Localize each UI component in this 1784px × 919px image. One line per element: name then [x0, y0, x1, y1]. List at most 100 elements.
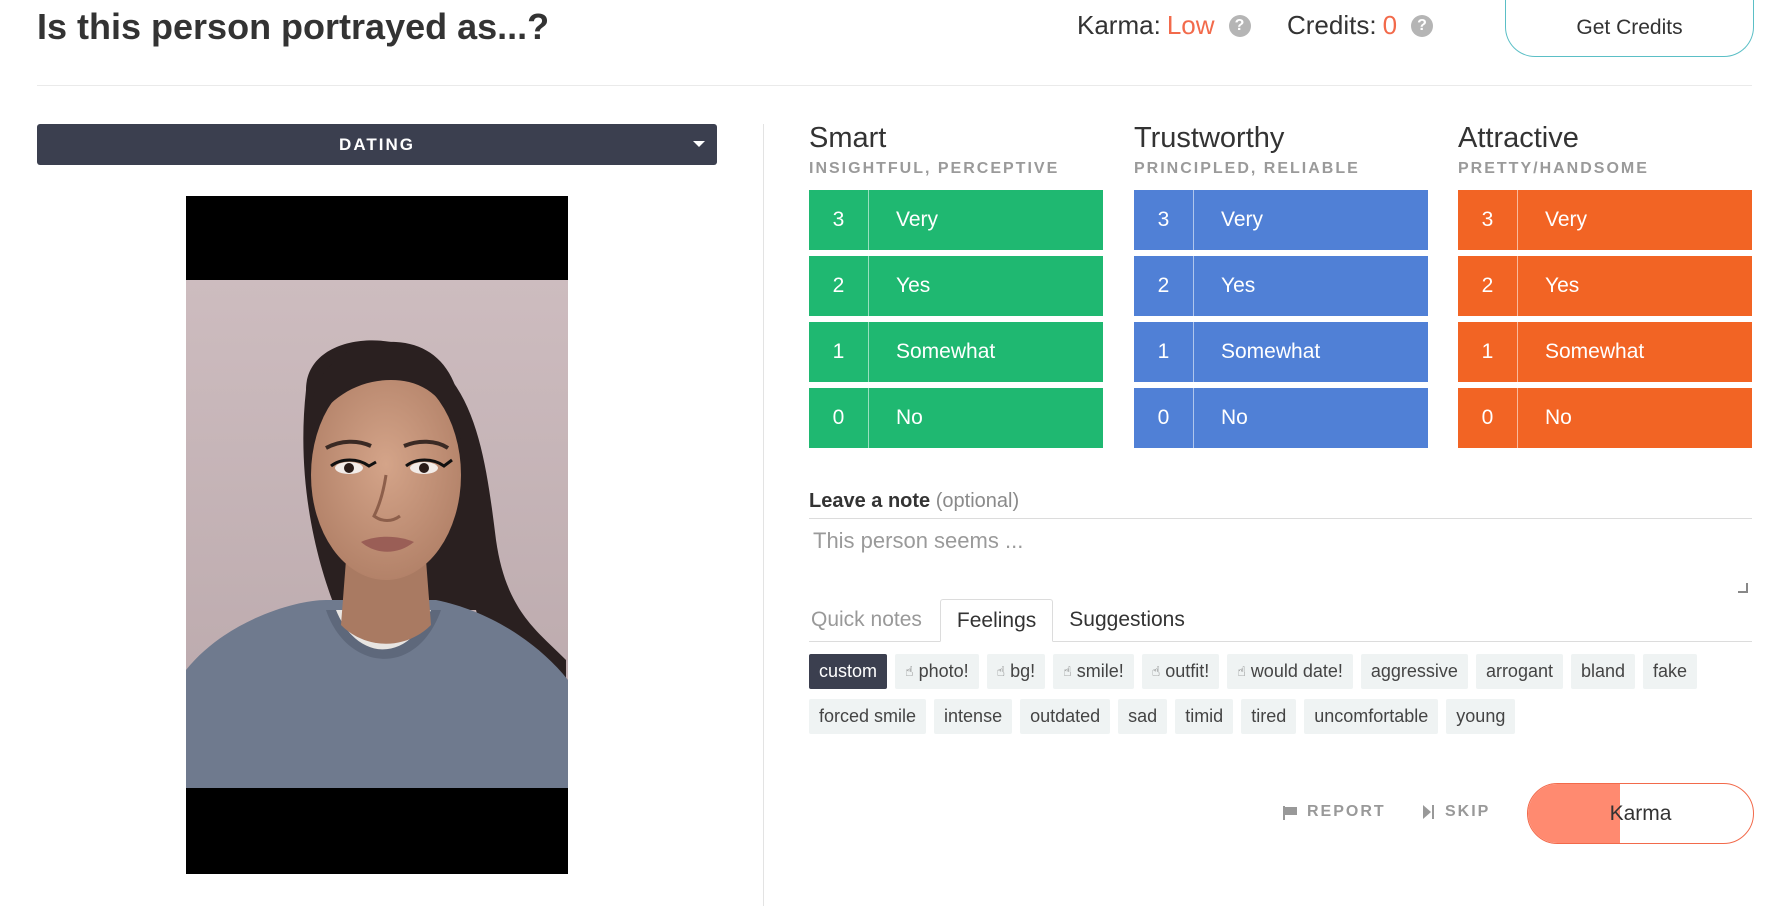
rating-attractive: Attractive PRETTY/HANDSOME 3 Very 2 Yes … [1458, 120, 1752, 448]
rating-number: 0 [1458, 388, 1518, 448]
tag-uncomfortable[interactable]: uncomfortable [1304, 699, 1439, 734]
tab-quick-notes[interactable]: Quick notes [809, 598, 940, 641]
tag-outdated[interactable]: outdated [1020, 699, 1111, 734]
karma-help-icon[interactable]: ? [1228, 14, 1251, 37]
column-divider [763, 124, 764, 906]
tab-feelings[interactable]: Feelings [939, 599, 1054, 642]
thumbs-up-icon: ☝ [996, 663, 1006, 679]
rating-number: 2 [1134, 256, 1194, 316]
tag-label: forced smile [819, 706, 917, 726]
tag-bland[interactable]: bland [1570, 654, 1636, 689]
rating-number: 0 [1134, 388, 1194, 448]
tag-label: would date! [1250, 661, 1343, 681]
karma-button[interactable]: Karma [1527, 783, 1754, 844]
rating-trustworthy: Trustworthy PRINCIPLED, RELIABLE 3 Very … [1134, 120, 1428, 448]
tag-label: young [1456, 706, 1506, 726]
thumbs-up-icon: ☝ [905, 663, 914, 679]
tag-label: uncomfortable [1314, 706, 1429, 726]
tag-outfit[interactable]: ☝ outfit! [1141, 654, 1220, 689]
credits-value: 0 [1382, 10, 1398, 40]
skip-icon [1423, 805, 1435, 819]
page-title: Is this person portrayed as...? [37, 6, 550, 47]
rating-option-no[interactable]: 0 No [1134, 388, 1428, 448]
category-dropdown[interactable]: DATING [37, 124, 717, 165]
tag-young[interactable]: young [1446, 699, 1516, 734]
skip-label: SKIP [1445, 803, 1491, 820]
rating-label: Yes [1221, 274, 1256, 297]
rating-label: No [1221, 406, 1248, 429]
tag-arrogant[interactable]: arrogant [1475, 654, 1563, 689]
rating-number: 3 [809, 190, 869, 250]
tag-tired[interactable]: tired [1241, 699, 1297, 734]
tag-photo[interactable]: ☝ photo! [895, 654, 979, 689]
rating-label: Very [1221, 208, 1264, 231]
credits-help-icon[interactable]: ? [1411, 14, 1434, 37]
get-credits-button[interactable]: Get Credits [1505, 0, 1754, 57]
rating-option-yes[interactable]: 2 Yes [1458, 256, 1752, 316]
caret-down-icon [693, 141, 705, 147]
tag-smile[interactable]: ☝ smile! [1053, 654, 1134, 689]
rating-number: 1 [1458, 322, 1518, 382]
tag-aggressive[interactable]: aggressive [1360, 654, 1468, 689]
tag-label: photo! [918, 661, 969, 681]
rating-option-somewhat[interactable]: 1 Somewhat [809, 322, 1103, 382]
note-divider [809, 518, 1752, 519]
rating-option-yes[interactable]: 2 Yes [1134, 256, 1428, 316]
rating-option-yes[interactable]: 2 Yes [809, 256, 1103, 316]
tag-forced-smile[interactable]: forced smile [809, 699, 927, 734]
rating-label: Somewhat [1545, 340, 1645, 363]
rating-number: 2 [1458, 256, 1518, 316]
note-label: Leave a note (optional) [809, 490, 1019, 513]
note-textarea[interactable] [809, 520, 1752, 596]
rating-option-very[interactable]: 3 Very [809, 190, 1103, 250]
report-button[interactable]: REPORT [1283, 803, 1386, 821]
rating-title: Smart [809, 122, 887, 154]
thumbs-up-icon: ☝ [1237, 663, 1246, 679]
rating-label: Somewhat [896, 340, 996, 363]
resize-grip-icon[interactable] [1738, 583, 1748, 593]
skip-button[interactable]: SKIP [1423, 803, 1490, 821]
rating-subtitle: PRINCIPLED, RELIABLE [1134, 160, 1360, 177]
karma-button-label: Karma [1609, 801, 1672, 825]
rating-number: 0 [809, 388, 869, 448]
person-photo-illustration [186, 280, 568, 788]
tag-custom[interactable]: custom [809, 654, 888, 689]
tag-label: aggressive [1370, 661, 1458, 681]
rating-label: Somewhat [1221, 340, 1321, 363]
tag-fake[interactable]: fake [1643, 654, 1698, 689]
rating-option-very[interactable]: 3 Very [1134, 190, 1428, 250]
karma-label: Karma: [1077, 10, 1161, 40]
credits-status: Credits: 0 ? [1287, 10, 1434, 41]
rating-option-somewhat[interactable]: 1 Somewhat [1458, 322, 1752, 382]
tag-label: smile! [1076, 661, 1124, 681]
tag-label: intense [944, 706, 1003, 726]
rating-option-very[interactable]: 3 Very [1458, 190, 1752, 250]
tag-label: outfit! [1165, 661, 1210, 681]
rating-option-no[interactable]: 0 No [809, 388, 1103, 448]
tag-list: custom ☝ photo! ☝ bg! ☝ smile! ☝ outfit! ☝ would d… [809, 654, 1752, 734]
tag-label: custom [819, 661, 878, 681]
credits-label: Credits: [1287, 10, 1377, 40]
header: Is this person portrayed as...? Karma: L… [37, 0, 1752, 86]
rating-number: 2 [809, 256, 869, 316]
tag-timid[interactable]: timid [1175, 699, 1234, 734]
category-selected: DATING [339, 134, 415, 154]
rating-subtitle: PRETTY/HANDSOME [1458, 160, 1649, 177]
profile-photo-frame [186, 196, 568, 874]
tag-intense[interactable]: intense [934, 699, 1013, 734]
thumbs-up-icon: ☝ [1151, 663, 1161, 679]
tag-label: bg! [1010, 661, 1036, 681]
rating-number: 1 [809, 322, 869, 382]
profile-photo [186, 280, 568, 788]
tag-bg[interactable]: ☝ bg! [986, 654, 1046, 689]
rating-option-somewhat[interactable]: 1 Somewhat [1134, 322, 1428, 382]
rating-title: Attractive [1458, 122, 1579, 154]
tag-sad[interactable]: sad [1118, 699, 1168, 734]
tab-suggestions[interactable]: Suggestions [1053, 598, 1201, 641]
tag-would-date[interactable]: ☝ would date! [1227, 654, 1353, 689]
note-optional: (optional) [935, 490, 1020, 512]
notes-tabs: Quick notes Feelings Suggestions [809, 599, 1752, 642]
rating-label: Very [896, 208, 939, 231]
rating-option-no[interactable]: 0 No [1458, 388, 1752, 448]
tag-label: bland [1580, 661, 1626, 681]
